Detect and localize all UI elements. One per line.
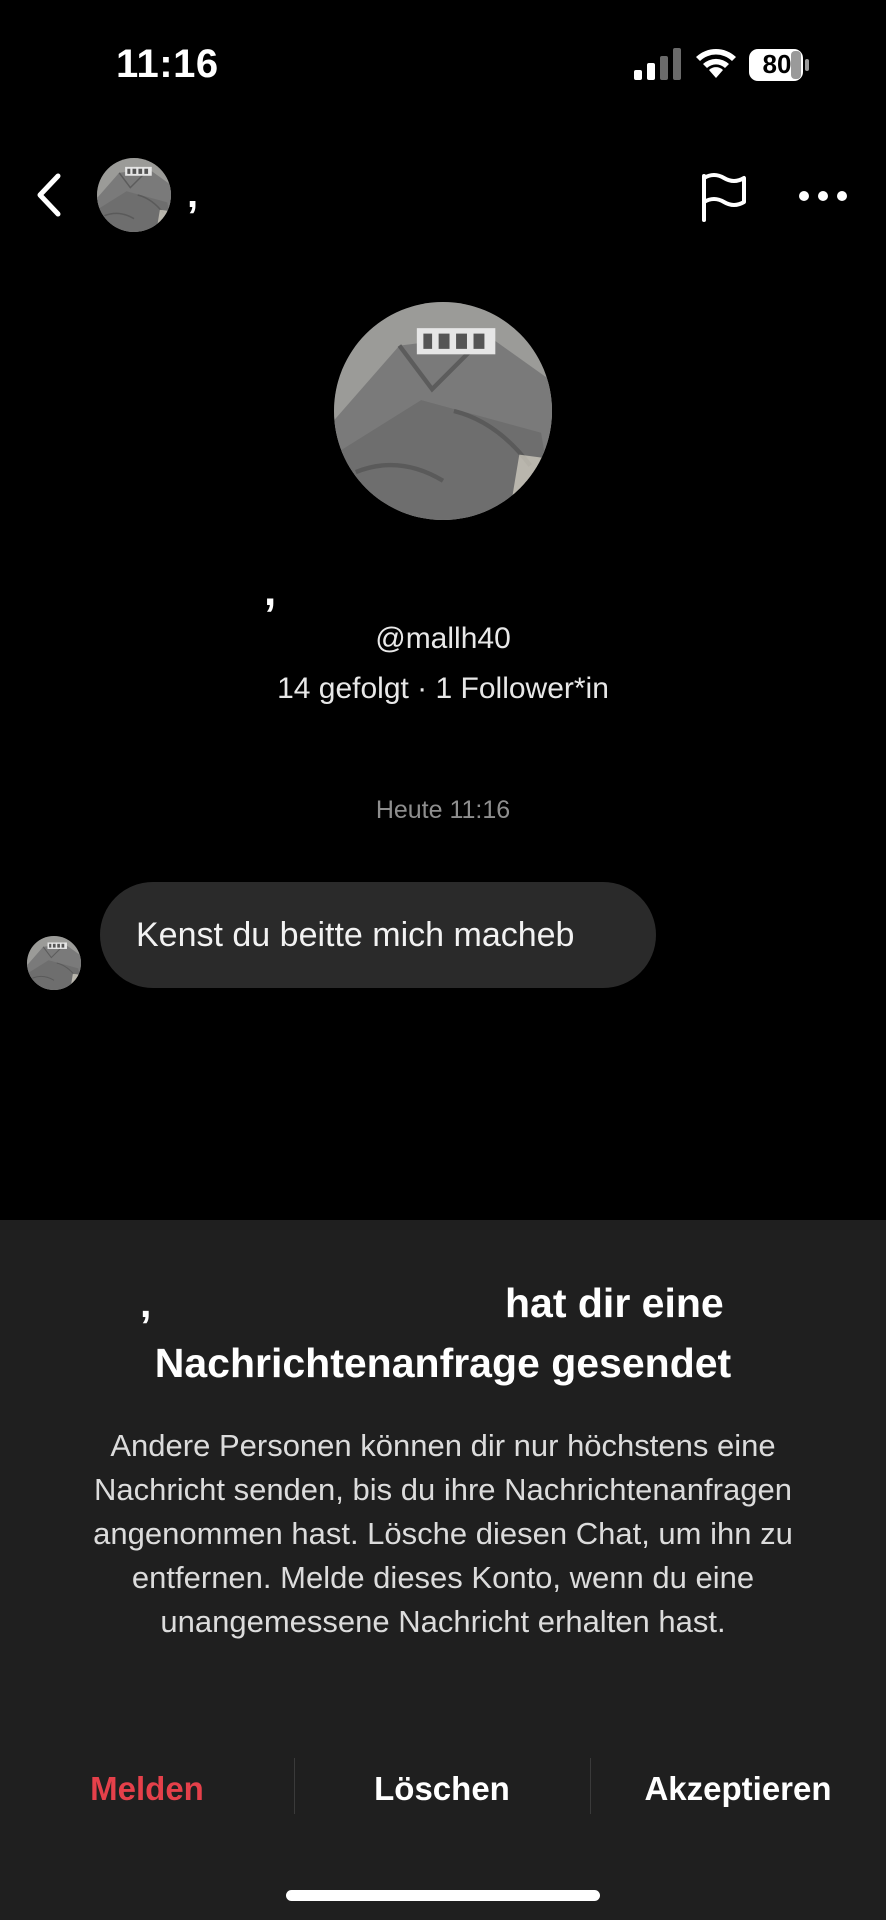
request-description: Andere Personen können dir nur höchstens…	[93, 1428, 793, 1639]
cellular-signal-icon	[634, 48, 681, 80]
request-title-line2: Nachrichtenanfrage gesendet	[154, 1340, 732, 1386]
header-display-name[interactable]: ,	[187, 172, 198, 217]
profile-username: @mallh40	[375, 622, 511, 655]
message-sender-avatar[interactable]	[27, 936, 81, 990]
report-flag-icon[interactable]	[698, 170, 748, 222]
sweater-photo	[27, 936, 81, 990]
home-indicator[interactable]	[286, 1890, 600, 1901]
delete-button[interactable]: Löschen	[294, 1762, 590, 1816]
report-button[interactable]: Melden	[0, 1762, 294, 1816]
status-time: 11:16	[116, 42, 219, 86]
battery-level: 80	[762, 49, 792, 79]
accept-button[interactable]: Akzeptieren	[590, 1762, 886, 1816]
header-avatar[interactable]	[97, 158, 171, 232]
sweater-photo	[334, 302, 552, 520]
more-options-icon[interactable]	[798, 188, 848, 204]
back-chevron-icon[interactable]	[30, 170, 70, 220]
wifi-icon	[696, 49, 736, 78]
request-sender-name: ,	[140, 1280, 152, 1326]
profile-display-name: ,	[264, 566, 277, 615]
sweater-photo	[97, 158, 171, 232]
profile-avatar[interactable]	[334, 302, 552, 520]
request-title-text: hat dir eine	[505, 1280, 724, 1326]
request-title: , hat dir eine	[0, 1280, 886, 1336]
chat-timestamp: Heute 11:16	[375, 796, 511, 824]
status-bar: 11:16 80	[0, 0, 886, 130]
profile-follow-stats[interactable]: 14 gefolgt · 1 Follower*in	[0, 672, 886, 706]
message-bubble[interactable]: Kenst du beitte mich macheb	[100, 882, 656, 988]
